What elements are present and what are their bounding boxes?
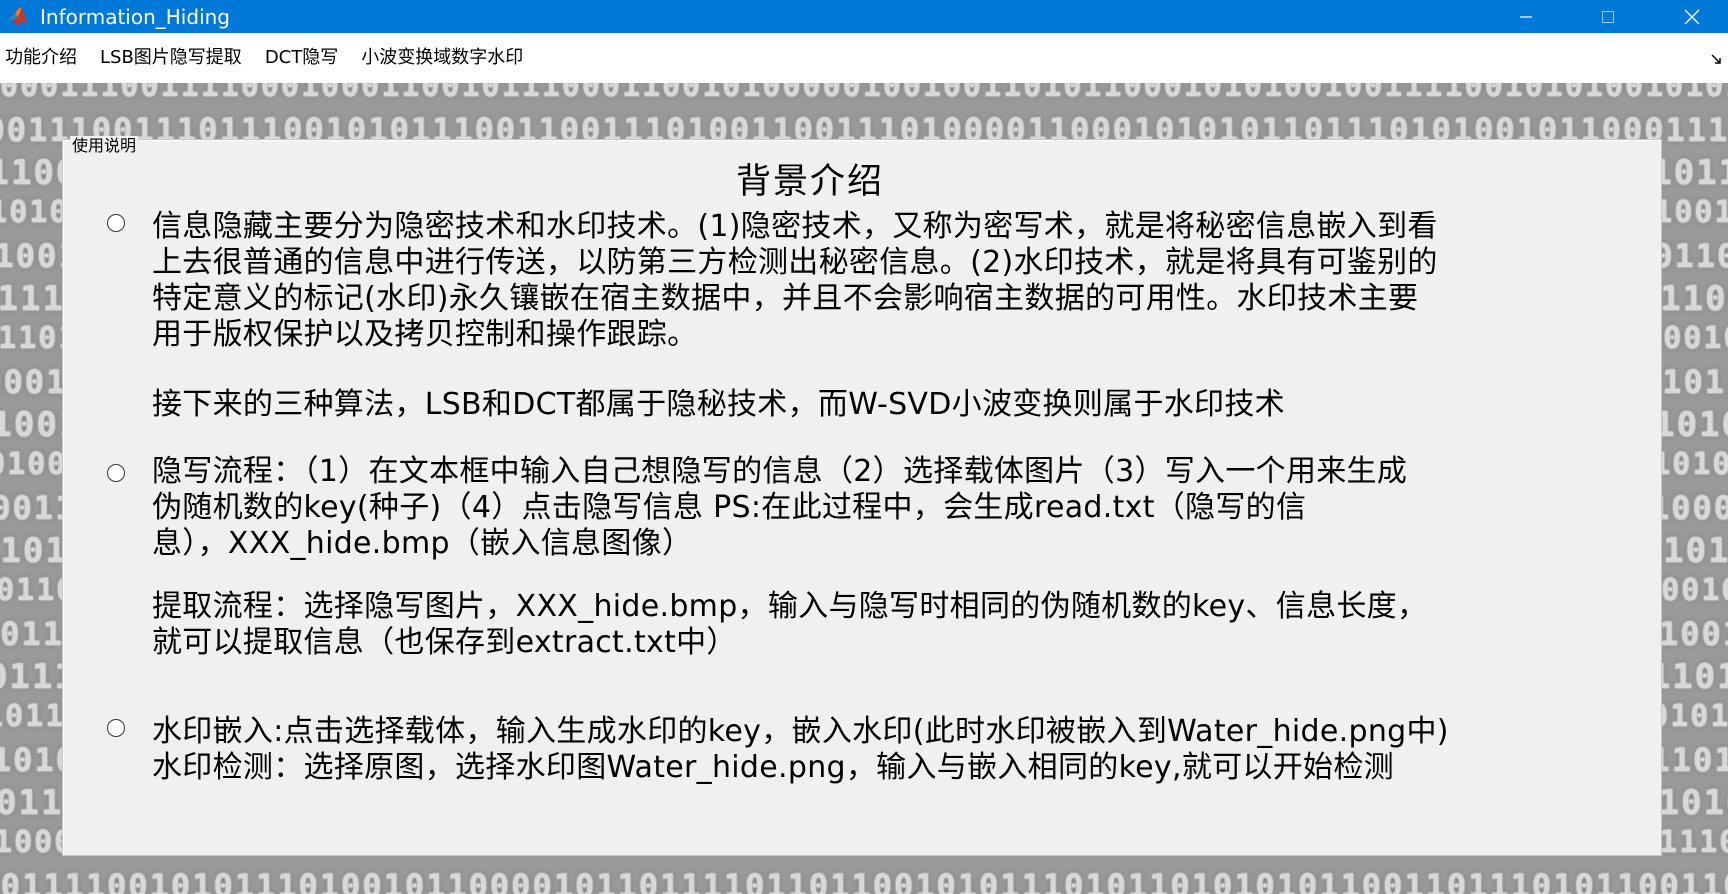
menu-bar: 功能介绍 LSB图片隐写提取 DCT隐写 小波变换域数字水印 [0, 33, 1728, 83]
section-background-text: 信息隐藏主要分为隐密技术和水印技术。(1)隐密技术，又称为密写术，就是将秘密信息… [152, 209, 1612, 353]
binary-row: 0010111100101011101001011000010110111101… [0, 867, 1728, 894]
panel-heading: 背景介绍 [735, 162, 884, 202]
binary-row: 1000111001111000100011001011100011001010… [0, 83, 1728, 104]
section-steganography-text: 隐写流程：（1）在文本框中输入自己想隐写的信息（2）选择载体图片（3）写入一个用… [152, 454, 1612, 562]
radio-button-background[interactable] [107, 214, 125, 232]
menu-item-intro[interactable]: 功能介绍 [0, 33, 89, 83]
extraction-note: 提取流程：选择隐写图片，XXX_hide.bmp，输入与隐写时相同的伪随机数的k… [152, 589, 1612, 661]
text-line: 水印检测：选择原图，选择水印图Water_hide.png，输入与嵌入相同的ke… [152, 750, 1394, 785]
text-line: 信息隐藏主要分为隐密技术和水印技术。(1)隐密技术，又称为密写术，就是将秘密信息… [152, 209, 1438, 244]
text-line: 接下来的三种算法，LSB和DCT都属于隐秘技术，而W-SVD小波变换则属于水印技… [152, 387, 1285, 422]
text-line: 隐写流程：（1）在文本框中输入自己想隐写的信息（2）选择载体图片（3）写入一个用… [152, 454, 1408, 489]
text-line: 伪随机数的key(种子)（4）点击隐写信息 PS:在此过程中，会生成read.t… [152, 490, 1307, 525]
maximize-button[interactable] [1572, 0, 1644, 33]
maximize-icon [1602, 10, 1614, 23]
close-button[interactable] [1656, 0, 1728, 33]
radio-button-watermark[interactable] [107, 719, 125, 737]
panel-title: 使用说明 [70, 136, 139, 156]
text-line: 用于版权保护以及拷贝控制和操作跟踪。 [152, 317, 698, 352]
algorithms-note: 接下来的三种算法，LSB和DCT都属于隐秘技术，而W-SVD小波变换则属于水印技… [152, 387, 1612, 423]
menu-item-wavelet-watermark[interactable]: 小波变换域数字水印 [356, 33, 535, 83]
text-line: 提取流程：选择隐写图片，XXX_hide.bmp，输入与隐写时相同的伪随机数的k… [152, 589, 1428, 624]
close-icon [1684, 9, 1700, 24]
text-line: 息），XXX_hide.bmp（嵌入信息图像） [152, 526, 693, 561]
title-bar[interactable]: Information_Hiding [0, 0, 1728, 33]
matlab-logo-icon [6, 5, 30, 29]
menu-item-lsb[interactable]: LSB图片隐写提取 [95, 33, 254, 83]
radio-button-steganography[interactable] [107, 464, 125, 482]
text-line: 特定意义的标记(水印)永久镶嵌在宿主数据中，并且不会影响宿主数据的可用性。水印技… [152, 281, 1419, 316]
menu-item-dct[interactable]: DCT隐写 [260, 33, 350, 83]
text-line: 就可以提取信息（也保存到extract.txt中） [152, 625, 737, 660]
window-title: Information_Hiding [40, 5, 230, 29]
toolbar-toggle-icon[interactable] [1710, 52, 1724, 66]
section-watermark-text: 水印嵌入:点击选择载体，输入生成水印的key，嵌入水印(此时水印被嵌入到Wate… [152, 714, 1612, 786]
minimize-icon [1520, 15, 1532, 18]
app-window: Information_Hiding 功能介绍 LSB图片隐写提取 DCT隐写 … [0, 0, 1728, 894]
minimize-button[interactable] [1490, 0, 1562, 33]
text-line: 上去很普通的信息中进行传送，以防第三方检测出秘密信息。(2)水印技术，就是将具有… [152, 245, 1438, 280]
text-line: 水印嵌入:点击选择载体，输入生成水印的key，嵌入水印(此时水印被嵌入到Wate… [152, 714, 1449, 749]
